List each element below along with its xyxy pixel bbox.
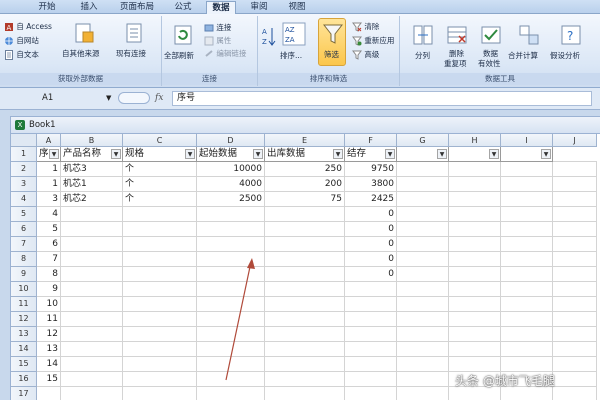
watermark-text: 头条 @城市飞毛腿 (455, 374, 555, 388)
arrow-line (225, 261, 252, 381)
arrow-head (247, 258, 255, 269)
annotation-arrow (225, 258, 255, 381)
